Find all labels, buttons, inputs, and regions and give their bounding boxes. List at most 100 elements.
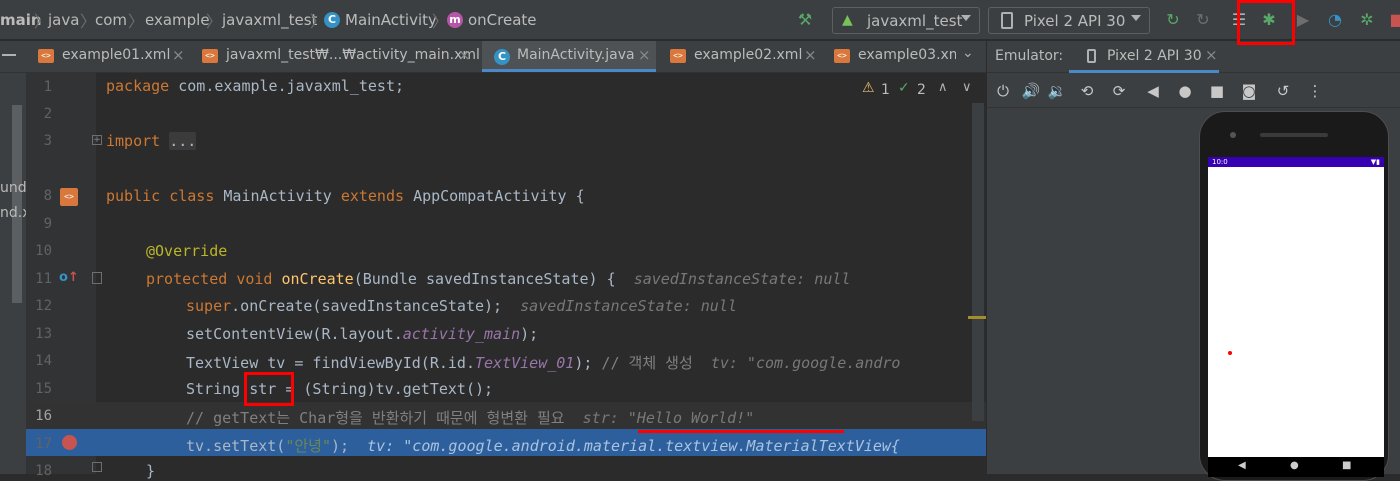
tab-label: javaxml_test₩...₩activity_main.xml	[226, 47, 480, 63]
fold-icon[interactable]	[92, 272, 102, 284]
breadcrumb-example[interactable]: example	[145, 11, 210, 29]
attach-debugger-icon[interactable]: ▶	[1292, 9, 1314, 31]
debug-inline-value: savedInstanceState: null	[633, 270, 851, 288]
tab-emulator-device[interactable]: Pixel 2 API 30 ×	[1069, 41, 1219, 73]
device-screen[interactable]: 10:0 ▼▮	[1208, 157, 1384, 457]
run-config-selector[interactable]: ▲ javaxml_test	[832, 7, 980, 34]
line-number: 14	[35, 353, 52, 369]
back-icon[interactable]: ◀	[1143, 81, 1163, 101]
phone-icon	[1001, 12, 1013, 29]
annotation-debug-box	[1237, 0, 1295, 45]
more-icon[interactable]: ⋮	[1305, 81, 1325, 101]
close-icon[interactable]: ×	[804, 46, 817, 64]
layout-file-icon[interactable]: <>	[60, 188, 78, 206]
emulator-header: Emulator: Pixel 2 API 30 ×	[987, 41, 1400, 73]
code-line-11: protected void onCreate(Bundle savedInst…	[146, 270, 851, 288]
close-icon[interactable]: ×	[458, 46, 471, 64]
apply-changes-restart-icon[interactable]: ↻	[1162, 9, 1184, 31]
rotate-right-icon[interactable]: ⟳	[1109, 81, 1129, 101]
tab-example01[interactable]: <> example01.xml ×	[30, 41, 192, 72]
chevron-down-icon	[961, 15, 971, 21]
battery-icon: ▼▮	[1370, 158, 1380, 166]
chevron-up-icon[interactable]: ∧	[938, 80, 948, 95]
debug-inline-value: str: "Hello World!"	[582, 409, 755, 427]
hammer-build-icon[interactable]: ⚒	[794, 9, 816, 31]
tab-mainactivity[interactable]: C MainActivity.java ×	[482, 41, 656, 72]
volume-down-icon[interactable]: 🔉	[1047, 81, 1067, 101]
breadcrumb-java[interactable]: java	[48, 11, 79, 29]
chevron-down-icon[interactable]: ⌄	[962, 45, 974, 61]
breadcrumb-javaxml-test[interactable]: javaxml_test	[222, 11, 317, 29]
breadcrumb-mainactivity[interactable]: MainActivity	[345, 11, 437, 29]
line-number: 10	[35, 243, 52, 259]
minus-icon[interactable]	[2, 54, 16, 56]
stop-icon[interactable]: ■	[1386, 9, 1400, 31]
device-selector[interactable]: Pixel 2 API 30	[988, 7, 1150, 34]
line-number: 9	[43, 216, 52, 232]
apply-code-changes-icon[interactable]: ↻	[1192, 9, 1214, 31]
debug-attach-icon[interactable]: ✲	[1356, 9, 1378, 31]
tab-example03[interactable]: <> example03.xm	[828, 41, 956, 72]
code-line-13: setContentView(R.layout.activity_main);	[186, 325, 539, 343]
home-icon[interactable]: ●	[1175, 81, 1195, 101]
annotation-underline	[638, 430, 844, 433]
tab-label: example03.xm	[858, 47, 956, 63]
line-number: 17	[35, 436, 52, 452]
line-number: 8	[43, 188, 52, 204]
rotate-left-icon[interactable]: ⟲	[1077, 81, 1097, 101]
warning-icon[interactable]: ⚠	[862, 80, 875, 96]
line-number: 1	[43, 79, 52, 95]
close-icon[interactable]: ×	[172, 46, 185, 64]
tab-activity-main[interactable]: <> javaxml_test₩...₩activity_main.xml ×	[194, 41, 480, 72]
profile-icon[interactable]: ◔	[1324, 9, 1346, 31]
line-number: 16	[35, 408, 52, 424]
line-number: 3	[43, 133, 52, 149]
class-icon: C	[494, 49, 510, 65]
code-line-12: super.onCreate(savedInstanceState); save…	[186, 297, 737, 315]
line-number: 13	[35, 326, 52, 342]
project-panel-scrollbar[interactable]	[12, 105, 22, 303]
line-number: 12	[35, 298, 52, 314]
overview-icon[interactable]: ■	[1207, 81, 1227, 101]
chevron-right-icon: 〉	[128, 12, 145, 31]
chevron-right-icon: 〉	[80, 12, 97, 31]
override-method-icon[interactable]: o↑	[59, 270, 79, 285]
tab-example02[interactable]: <> example02.xml ×	[662, 41, 824, 72]
breakpoint-icon[interactable]	[62, 435, 77, 450]
code-line-14: TextView tv = findViewById(R.id.TextView…	[186, 354, 901, 372]
volume-up-icon[interactable]: 🔊	[1021, 81, 1041, 101]
warning-count: 1	[881, 82, 890, 98]
snapshot-icon[interactable]: ↺	[1273, 81, 1293, 101]
code-line-8: public class MainActivity extends AppCom…	[106, 187, 585, 205]
expand-icon[interactable]: +	[92, 135, 102, 145]
home-icon[interactable]: ●	[1290, 460, 1299, 471]
emulator-panel: Emulator: Pixel 2 API 30 × ⏻ 🔊 🔉 ⟲ ⟳ ◀ ●…	[986, 41, 1400, 481]
folded-imports[interactable]: ...	[169, 132, 197, 150]
overview-icon[interactable]: ■	[1342, 460, 1351, 471]
breadcrumb-com[interactable]: com	[95, 11, 127, 29]
power-icon[interactable]: ⏻	[993, 81, 1013, 101]
xml-file-icon: <>	[670, 49, 686, 63]
emulator-toolbar: ⏻ 🔊 🔉 ⟲ ⟳ ◀ ● ■ ◙ ↺ ⋮	[987, 74, 1400, 108]
breadcrumb-oncreate[interactable]: onCreate	[468, 11, 537, 29]
navigation-bar: main 〉 java 〉 com 〉 example 〉 javaxml_te…	[0, 0, 1400, 40]
line-number: 18	[35, 463, 52, 479]
chevron-down-icon[interactable]: ∨	[962, 80, 972, 95]
code-line-18: }	[146, 462, 156, 480]
camera-icon[interactable]: ◙	[1239, 81, 1259, 101]
back-icon[interactable]: ◀	[1238, 460, 1246, 471]
tab-label: example01.xml	[62, 47, 171, 63]
fold-icon[interactable]	[92, 462, 102, 472]
close-icon[interactable]: ×	[1205, 46, 1218, 64]
phone-icon	[1087, 49, 1096, 63]
debug-inline-value: tv: "com.google.andro	[710, 354, 901, 372]
close-icon[interactable]: ×	[638, 46, 651, 64]
chevron-right-icon: 〉	[206, 12, 223, 31]
scroll-marker	[968, 316, 986, 319]
class-icon: C	[324, 12, 340, 28]
editor-scrollbar[interactable]	[972, 103, 984, 421]
xml-file-icon: <>	[834, 49, 850, 63]
pointer-dot	[1228, 351, 1232, 355]
method-icon: m	[447, 12, 463, 28]
typo-check-icon[interactable]: ✓	[898, 80, 910, 96]
